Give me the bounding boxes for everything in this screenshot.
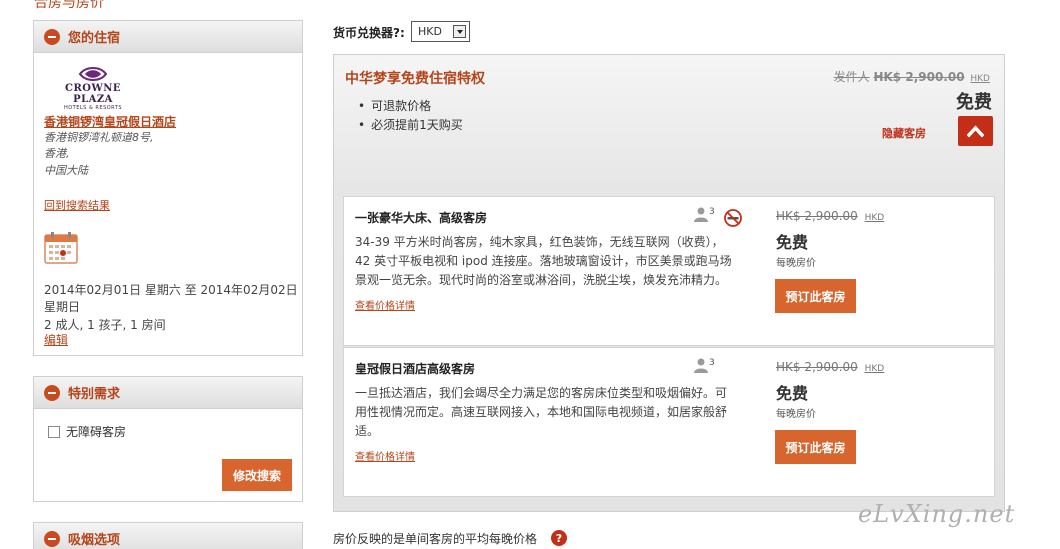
accessible-room-option[interactable]: 无障碍客房 bbox=[48, 423, 126, 440]
special-requests-title: 特别需求 bbox=[68, 387, 121, 402]
special-requests-header[interactable]: 特别需求 bbox=[34, 377, 302, 409]
edit-stay-link[interactable]: 编辑 bbox=[44, 331, 68, 348]
stay-dates: 2014年02月01日 星期六 至 2014年02月02日 星期日 bbox=[44, 283, 298, 314]
logo-subtitle: HOTELS & RESORTS bbox=[63, 105, 123, 111]
crowne-plaza-mark-icon bbox=[78, 67, 108, 81]
back-to-results-link[interactable]: 回到搜索结果 bbox=[44, 197, 110, 213]
offer-title: 中华梦享免费住宿特权 bbox=[345, 71, 485, 87]
room-free-label: 免费 bbox=[776, 233, 809, 252]
person-icon bbox=[694, 207, 708, 222]
help-icon[interactable]: ? bbox=[551, 530, 567, 546]
page-title-partial: 合房与房价 bbox=[34, 0, 104, 11]
smoking-options-header[interactable]: 吸烟选项 bbox=[34, 523, 302, 549]
logo-name: CROWNE PLAZA bbox=[65, 83, 121, 105]
offer-bullets: 可退款价格 必须提前1天购买 bbox=[370, 97, 463, 135]
collapse-minus-icon[interactable] bbox=[44, 530, 60, 547]
max-occupancy: 3 bbox=[694, 207, 715, 222]
calendar-icon[interactable] bbox=[44, 232, 78, 264]
crowne-plaza-logo: CROWNE PLAZA HOTELS & RESORTS bbox=[45, 66, 141, 111]
offer-original-price: 发件人 HK$ 2,900.00 HKD bbox=[834, 68, 990, 85]
view-rate-details-link[interactable]: 查看价格详情 bbox=[355, 297, 415, 312]
original-price-value: HK$ 2,900.00 bbox=[873, 70, 965, 84]
hide-rooms-link[interactable]: 隐藏客房 bbox=[882, 125, 926, 141]
hotel-name-link[interactable]: 香港铜锣湾皇冠假日酒店 bbox=[44, 113, 176, 130]
accessible-room-checkbox[interactable] bbox=[48, 425, 60, 438]
chevron-up-icon bbox=[967, 125, 984, 138]
watermark: eLvXing.net bbox=[858, 500, 1016, 528]
occupancy-count: 3 bbox=[709, 207, 715, 217]
offer-free-label: 免费 bbox=[956, 92, 992, 113]
modify-search-button[interactable]: 修改搜索 bbox=[222, 459, 292, 491]
dropdown-arrow-icon[interactable] bbox=[453, 25, 466, 38]
offer-bullet: 必须提前1天购买 bbox=[370, 116, 463, 135]
room-price-value: HK$ 2,900.00 bbox=[776, 209, 858, 223]
your-stay-header[interactable]: 您的住宿 bbox=[34, 21, 302, 53]
smoking-options-title: 吸烟选项 bbox=[68, 533, 121, 548]
book-room-button[interactable]: 预订此客房 bbox=[775, 430, 856, 464]
offer-bullet: 可退款价格 bbox=[370, 97, 463, 116]
currency-select[interactable]: HKD bbox=[411, 21, 470, 42]
person-icon bbox=[694, 358, 708, 373]
room-card: 皇冠假日酒店高级客房 一旦抵达酒店，我们会竭尽全力满足您的客房床位类型和吸烟偏好… bbox=[343, 347, 995, 497]
collapse-rooms-button[interactable] bbox=[958, 116, 993, 146]
your-stay-title: 您的住宿 bbox=[68, 31, 121, 46]
currency-converter-label: 货币兑换器?: bbox=[333, 26, 405, 40]
address-line-2: 香港, bbox=[44, 147, 70, 160]
room-card: 一张豪华大床、高级客房 34-39 平方米时尚客房，纯木家具，红色装饰，无线互联… bbox=[343, 196, 995, 346]
per-night-label: 每晚房价 bbox=[776, 409, 816, 420]
room-name: 一张豪华大床、高级客房 bbox=[355, 211, 488, 225]
room-price: HK$ 2,900.00 HKD bbox=[776, 209, 884, 223]
collapse-minus-icon[interactable] bbox=[44, 384, 60, 401]
accessible-room-label: 无障碍客房 bbox=[66, 425, 127, 439]
no-smoking-icon bbox=[724, 209, 742, 227]
collapse-minus-icon[interactable] bbox=[44, 28, 60, 45]
currency-code-link[interactable]: HKD bbox=[865, 213, 885, 223]
address-line-1: 香港铜锣湾礼顿道8号, bbox=[44, 131, 154, 144]
offer-panel: 中华梦享免费住宿特权 可退款价格 必须提前1天购买 发件人 HK$ 2,900.… bbox=[333, 54, 1005, 512]
book-room-button[interactable]: 预订此客房 bbox=[775, 279, 856, 313]
room-name: 皇冠假日酒店高级客房 bbox=[355, 362, 476, 376]
room-price: HK$ 2,900.00 HKD bbox=[776, 360, 884, 374]
currency-code-link[interactable]: HKD bbox=[865, 364, 885, 374]
price-footnote: 房价反映的是单间客房的平均每晚价格 bbox=[333, 532, 538, 546]
currency-selected-value: HKD bbox=[418, 25, 442, 38]
room-description: 34-39 平方米时尚客房，纯木家具，红色装饰，无线互联网（收费），42 英寸平… bbox=[355, 235, 732, 287]
from-prefix: 发件人 bbox=[833, 70, 870, 84]
room-description: 一旦抵达酒店，我们会竭尽全力满足您的客房床位类型和吸烟偏好。可用性视情况而定。高… bbox=[355, 386, 728, 438]
special-requests-panel: 特别需求 无障碍客房 修改搜索 bbox=[33, 376, 303, 502]
per-night-label: 每晚房价 bbox=[776, 258, 816, 269]
currency-code-link[interactable]: HKD bbox=[970, 74, 990, 84]
max-occupancy: 3 bbox=[694, 358, 715, 373]
occupancy-count: 3 bbox=[709, 358, 715, 368]
smoking-options-panel: 吸烟选项 bbox=[33, 522, 303, 549]
room-free-label: 免费 bbox=[776, 384, 809, 403]
room-price-value: HK$ 2,900.00 bbox=[776, 360, 858, 374]
address-line-3: 中国大陆 bbox=[44, 164, 88, 177]
view-rate-details-link[interactable]: 查看价格详情 bbox=[355, 448, 415, 463]
